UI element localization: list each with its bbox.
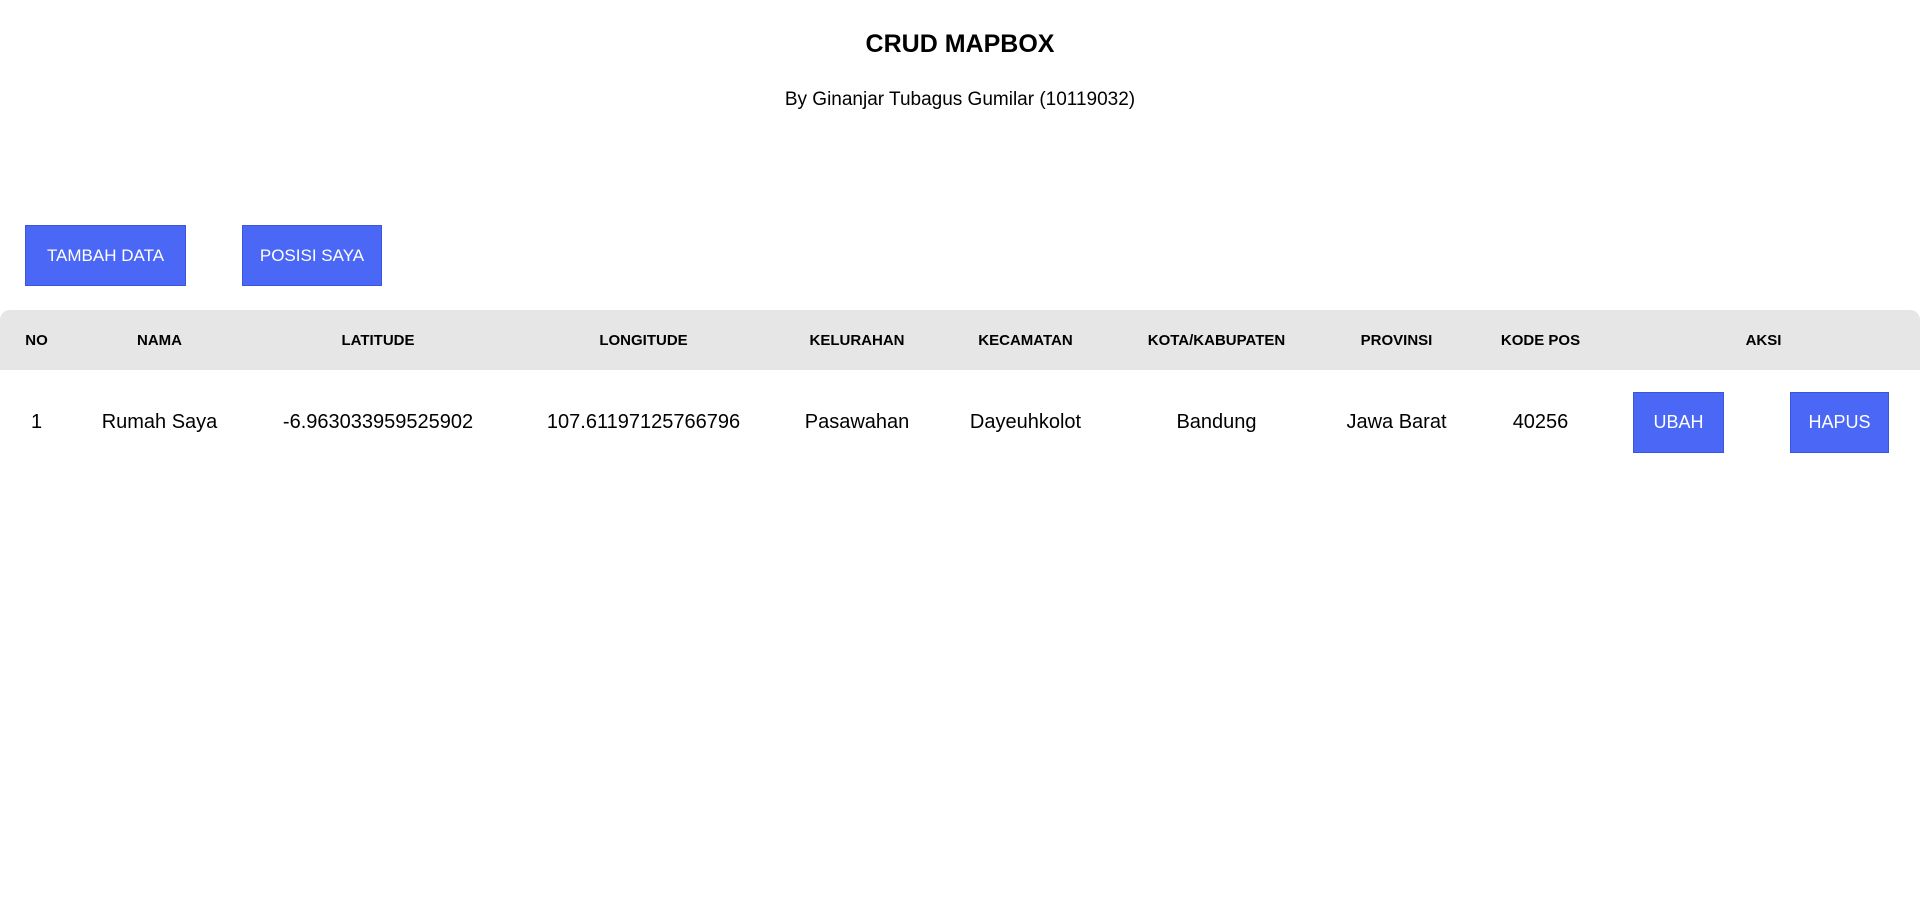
column-header-aksi: AKSI [1745, 331, 1782, 349]
column-header-no: NO [25, 331, 48, 349]
page-title: CRUD MAPBOX [865, 30, 1055, 58]
column-header-kode-pos: KODE POS [1500, 331, 1581, 349]
data-table: NO NAMA LATITUDE LONGITUDE KELURAHAN KEC… [0, 310, 1920, 474]
cell-kecamatan: Dayeuhkolot [969, 410, 1082, 433]
page-subtitle: By Ginanjar Tubagus Gumilar (10119032) [784, 89, 1136, 110]
table-row: 1 Rumah Saya -6.963033959525902 107.6119… [0, 370, 1920, 474]
cell-nama: Rumah Saya [101, 410, 218, 433]
column-header-provinsi: PROVINSI [1360, 331, 1433, 349]
cell-kelurahan: Pasawahan [804, 410, 910, 433]
data-table-container: NO NAMA LATITUDE LONGITUDE KELURAHAN KEC… [0, 310, 1920, 474]
column-header-nama: NAMA [137, 331, 182, 349]
delete-button[interactable]: HAPUS [1790, 391, 1889, 453]
column-header-kecamatan: KECAMATAN [978, 331, 1073, 349]
column-header-longitude: LONGITUDE [599, 331, 688, 349]
table-header-row: NO NAMA LATITUDE LONGITUDE KELURAHAN KEC… [0, 310, 1920, 370]
cell-no: 1 [30, 410, 43, 433]
add-data-button[interactable]: TAMBAH DATA [25, 225, 186, 286]
column-header-kelurahan: KELURAHAN [809, 331, 905, 349]
table-body: 1 Rumah Saya -6.963033959525902 107.6119… [0, 370, 1920, 474]
cell-aksi: UBAH HAPUS [1607, 370, 1920, 474]
my-position-button[interactable]: POSISI SAYA [242, 225, 382, 286]
cell-kode-pos: 40256 [1512, 410, 1569, 433]
cell-latitude: -6.963033959525902 [282, 410, 474, 433]
table-header: NO NAMA LATITUDE LONGITUDE KELURAHAN KEC… [0, 310, 1920, 370]
cell-longitude: 107.61197125766796 [546, 410, 741, 433]
column-header-latitude: LATITUDE [341, 331, 415, 349]
page: CRUD MAPBOX By Ginanjar Tubagus Gumilar … [0, 0, 1920, 913]
cell-provinsi: Jawa Barat [1346, 410, 1447, 433]
column-header-kota: KOTA/KABUPATEN [1147, 331, 1286, 349]
cell-kota: Bandung [1176, 410, 1257, 433]
row-actions: UBAH HAPUS [1607, 391, 1920, 453]
edit-button[interactable]: UBAH [1633, 391, 1724, 453]
